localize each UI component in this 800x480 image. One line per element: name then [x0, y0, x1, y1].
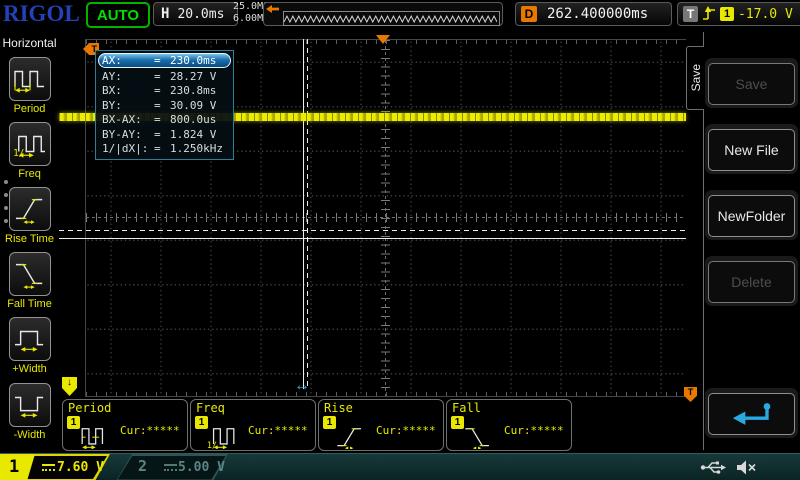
horizontal-scale-box: H 20.0ms	[153, 2, 238, 26]
return-arrow-icon	[732, 403, 770, 425]
usb-icon	[700, 461, 726, 474]
preview-window-region	[283, 11, 500, 26]
cursor-b-vertical-line[interactable]	[307, 39, 308, 389]
sidebar-item-label: Rise Time	[5, 233, 54, 245]
sidebar-item-minus-width[interactable]: -Width	[0, 383, 59, 441]
softkey-new-file[interactable]: New File	[705, 124, 798, 174]
channel1-status[interactable]: 1 7.60 V	[0, 454, 112, 480]
new-file-button[interactable]: New File	[708, 129, 795, 171]
delay-badge: D	[521, 6, 537, 22]
save-button[interactable]: Save	[708, 63, 795, 105]
horizontal-label: H	[161, 6, 170, 22]
sidebar-item-period[interactable]: Period	[0, 57, 59, 115]
trigger-level-value: -17.0 V	[738, 6, 793, 22]
rise-time-icon	[337, 428, 361, 449]
period-icon	[81, 428, 104, 449]
trigger-rising-edge-icon	[703, 6, 715, 20]
sidebar-item-label: Freq	[18, 168, 41, 180]
cursor-row-ay: AY: = 28.27 V	[102, 69, 217, 83]
scroll-indicator-dot	[4, 193, 8, 197]
scroll-indicator-dot	[4, 180, 8, 184]
scroll-indicator-dot	[4, 219, 8, 223]
cursor-readout-panel: AX: = 230.0ms AY: = 28.27 V BX: = 230.8m…	[95, 50, 234, 160]
cursor-row-bx-ax: BX-AX: = 800.0us	[102, 113, 217, 127]
trigger-source-badge: 1	[720, 7, 734, 21]
trigger-info-box: T 1 -17.0 V	[677, 2, 800, 26]
fall-time-icon	[15, 263, 42, 289]
horizontal-delay-box: D 262.400000ms	[515, 2, 672, 26]
back-button[interactable]	[708, 393, 795, 435]
dc-coupling-icon	[42, 464, 55, 471]
measurement-rise[interactable]: Rise 1 Cur:***** Avg:***** Max:***** Min…	[318, 399, 444, 471]
softkey-new-folder[interactable]: NewFolder	[705, 190, 798, 240]
cursor-row-by: BY: = 30.09 V	[102, 98, 217, 112]
minus-width-icon	[14, 396, 43, 418]
preview-position-arrow-icon	[266, 5, 279, 13]
sidebar-item-freq[interactable]: 1/ Freq	[0, 122, 59, 180]
trigger-status-badge: AUTO	[86, 2, 150, 28]
delay-value: 262.400000ms	[547, 6, 649, 22]
measurement-period[interactable]: Period 1 Cur:***** Avg:***** Max:***** M…	[62, 399, 188, 471]
measurement-freq[interactable]: Freq 1 1/ Cur:***** Avg:***** Max:***** …	[190, 399, 316, 471]
cursor-row-bx: BX: = 230.8ms	[102, 84, 217, 98]
scroll-indicator-dot	[4, 206, 8, 210]
measure-sidebar: Horizontal Period 1/ Freq Rise Time Fall…	[0, 28, 59, 453]
sidebar-item-label: Period	[13, 103, 46, 115]
trigger-position-marker-icon[interactable]	[376, 35, 390, 44]
dc-coupling-icon	[164, 464, 177, 471]
center-horizontal-axis	[86, 217, 686, 218]
cursor-b-horizontal-line[interactable]	[59, 230, 686, 231]
channel2-status[interactable]: 2 5.00 V	[116, 454, 230, 480]
period-icon	[13, 70, 44, 93]
channel-status-bar: 1 7.60 V 2 5.00 V	[0, 453, 800, 480]
measure-sidebar-title: Horizontal	[2, 36, 57, 50]
cursor-a-vertical-line[interactable]	[303, 39, 304, 389]
sidebar-item-rise-time[interactable]: Rise Time	[0, 187, 59, 245]
cursor-a-horizontal-line[interactable]	[59, 238, 686, 239]
sidebar-item-plus-width[interactable]: +Width	[0, 317, 59, 375]
measurement-fall[interactable]: Fall 1 Cur:***** Avg:***** Max:***** Min…	[446, 399, 572, 471]
horizontal-scale-value: 20.0ms	[177, 6, 225, 22]
speaker-muted-icon	[737, 460, 756, 475]
cursor-row-inv-dx: 1/|dX|: = 1.250kHz	[102, 142, 223, 156]
channel1-scale: 7.60 V	[57, 460, 104, 475]
trigger-label: T	[683, 6, 698, 22]
sidebar-item-label: Fall Time	[7, 298, 52, 310]
rigol-logo: RIGOL	[3, 1, 80, 26]
softkey-menu: Save Save New File NewFolder Delete	[686, 28, 800, 453]
freq-icon: 1/	[207, 428, 235, 449]
menu-tab-save: Save	[686, 46, 704, 110]
freq-icon: 1/	[13, 135, 45, 159]
plus-width-icon	[14, 330, 43, 352]
cursor-drag-arrows-icon[interactable]: ↔	[294, 377, 310, 395]
fall-time-icon	[465, 428, 489, 449]
cursor-row-by-ay: BY-AY: = 1.824 V	[102, 127, 217, 141]
sidebar-item-label: +Width	[12, 363, 47, 375]
status-bar: RIGOL AUTO H 20.0ms 25.0MSa/s 6.00M pts …	[0, 0, 800, 28]
new-folder-button[interactable]: NewFolder	[708, 195, 795, 237]
softkey-back[interactable]	[705, 388, 798, 438]
delete-button[interactable]: Delete	[708, 261, 795, 303]
channel2-badge: 2	[138, 457, 148, 475]
oscilloscope-screen: RIGOL AUTO H 20.0ms 25.0MSa/s 6.00M pts …	[0, 0, 800, 480]
cursor-row-ax: AX: = 230.0ms	[98, 53, 231, 68]
softkey-save[interactable]: Save	[705, 58, 798, 108]
sidebar-item-label: -Width	[13, 429, 46, 441]
softkey-delete[interactable]: Delete	[705, 256, 798, 306]
waveform-display: ↔ T AX: = 230.0ms AY: = 28.27 V BX: = 23…	[59, 28, 687, 397]
waveform-memory-preview[interactable]	[263, 2, 503, 26]
sidebar-item-fall-time[interactable]: Fall Time	[0, 252, 59, 310]
rise-time-icon	[15, 198, 42, 224]
measurement-panel: Period 1 Cur:***** Avg:***** Max:***** M…	[59, 397, 686, 471]
channel2-scale: 5.00 V	[178, 460, 225, 475]
